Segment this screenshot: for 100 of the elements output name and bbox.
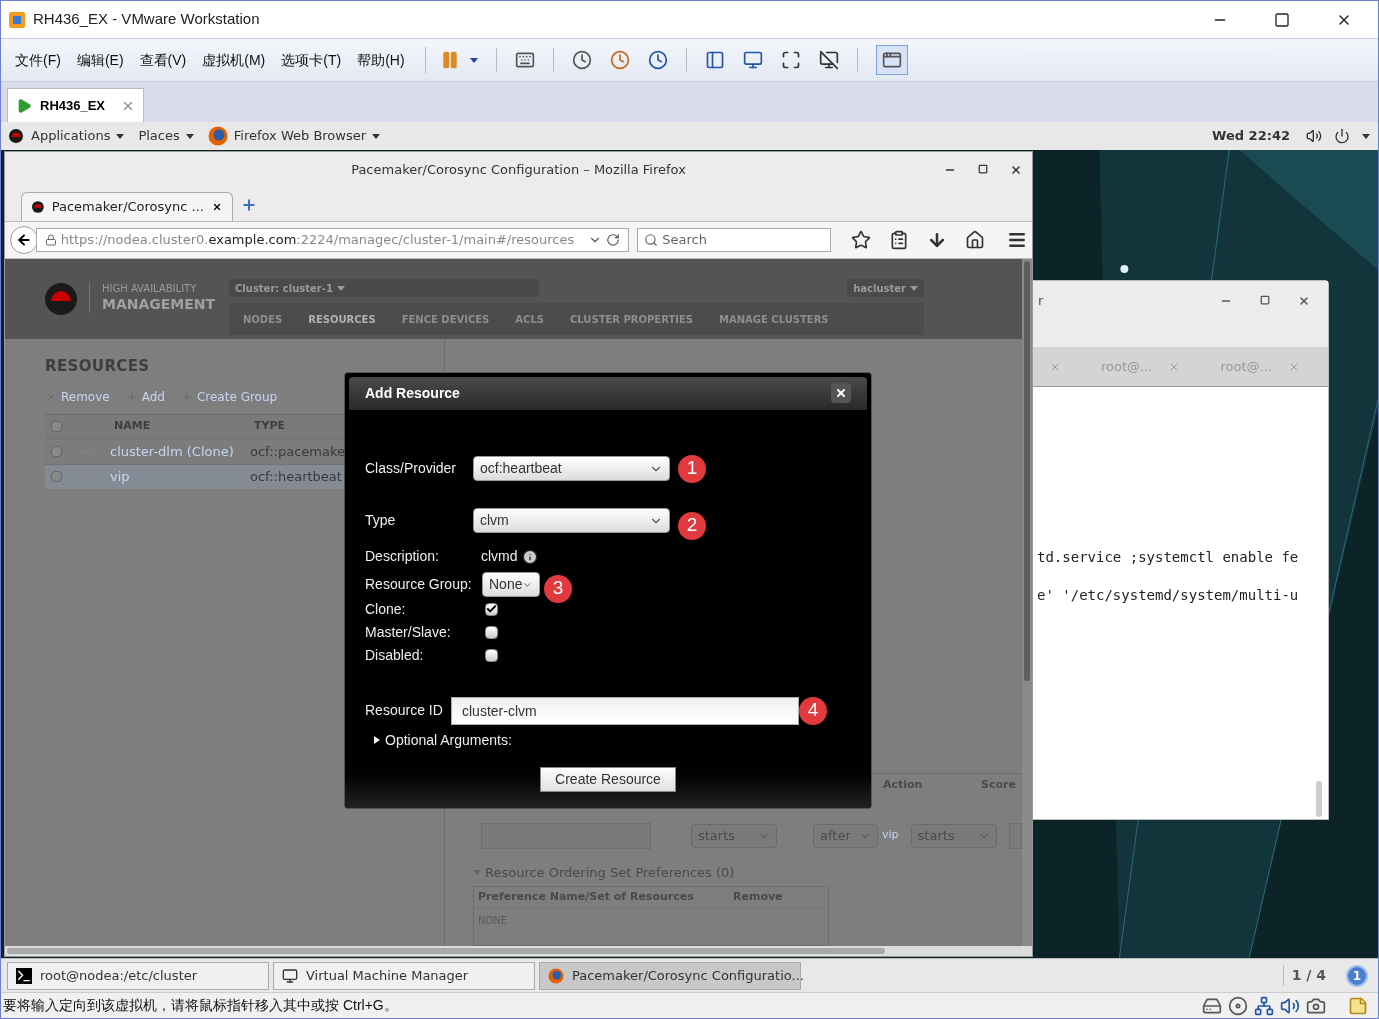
resource-id-field[interactable]: cluster-clvm — [451, 696, 799, 725]
vm-running-icon — [16, 97, 32, 114]
caret-icon — [116, 133, 125, 139]
disc-icon[interactable] — [1228, 995, 1248, 1016]
menu-item[interactable]: 文件(F) — [9, 49, 67, 71]
lock-icon — [44, 234, 57, 246]
horizontal-scrollbar[interactable] — [5, 946, 1032, 956]
panel-menu[interactable]: Places — [138, 126, 194, 146]
row-checkbox[interactable] — [51, 471, 62, 482]
dropdown-select[interactable]: None — [482, 572, 540, 598]
close-tab-icon[interactable] — [211, 201, 222, 213]
window-icon — [881, 50, 902, 70]
text-field[interactable] — [1008, 822, 1022, 849]
new-tab-icon[interactable] — [241, 197, 257, 213]
search-field[interactable]: Search — [637, 228, 831, 252]
checkbox[interactable] — [485, 648, 498, 662]
step-number-badge: 3 — [544, 574, 572, 603]
caret-icon — [336, 285, 345, 291]
dropdown-select[interactable]: ocf:heartbeat — [473, 456, 670, 482]
checkbox[interactable] — [485, 602, 498, 616]
search-icon — [644, 233, 659, 247]
column-header: NAME — [114, 418, 152, 435]
reload-icon[interactable] — [606, 233, 621, 247]
step-number-badge: 4 — [799, 696, 827, 725]
vertical-scrollbar[interactable] — [1022, 259, 1032, 946]
fullscreen-icon[interactable] — [780, 50, 801, 70]
cluster-menu[interactable]: Cluster: cluster-1 — [229, 279, 539, 297]
terminal-line: td.service ;systemctl enable fe — [1037, 548, 1299, 567]
hat-logo-icon — [9, 129, 23, 143]
vm-tab[interactable]: RH436_EX — [7, 88, 145, 122]
firefox-logo-icon — [207, 126, 228, 146]
clock-icon[interactable] — [571, 50, 592, 70]
monitor-icon[interactable] — [742, 50, 763, 70]
clock-icon[interactable] — [647, 50, 668, 70]
panel-left-icon[interactable] — [704, 50, 725, 70]
caret-icon — [910, 285, 918, 291]
clipboard-icon[interactable] — [889, 230, 909, 250]
scrollbar-thumb[interactable] — [1316, 781, 1322, 817]
app-logo-icon — [9, 11, 25, 28]
maximize-icon[interactable] — [978, 164, 988, 174]
brand-title: MANAGEMENT — [102, 295, 216, 313]
select-all-checkbox[interactable] — [51, 421, 62, 432]
menu-item[interactable]: 查看(V) — [133, 49, 193, 71]
network-icon[interactable] — [1254, 995, 1274, 1016]
row-checkbox[interactable] — [51, 446, 62, 457]
taskbar-item[interactable]: Pacemaker/Corosync Configuratio... — [539, 961, 801, 990]
keyboard-icon[interactable] — [514, 50, 535, 70]
workspace-indicator[interactable]: 1 / 4 — [1282, 965, 1334, 986]
panel-menu[interactable]: Firefox Web Browser — [207, 126, 381, 146]
browser-tab[interactable]: Pacemaker/Corosync ... — [21, 192, 233, 221]
bookmark-star-icon[interactable] — [851, 230, 871, 250]
panel-menu[interactable]: Applications — [31, 126, 125, 146]
volume-icon[interactable] — [1306, 128, 1322, 144]
menu-item[interactable]: 虚拟机(M) — [196, 49, 272, 71]
url-bar[interactable]: https://nodea.cluster0.example.com:2224/managec/cluster-1/main#/resources — [35, 228, 630, 252]
speaker-icon[interactable] — [1280, 995, 1300, 1016]
hat-logo-icon — [45, 283, 77, 315]
clock[interactable]: Wed 22:42 — [1212, 126, 1290, 146]
caret-icon — [185, 133, 194, 139]
checkbox[interactable] — [485, 625, 498, 639]
menu-item[interactable]: 帮助(H) — [351, 49, 411, 71]
create-resource-button[interactable]: Create Resource — [540, 766, 676, 792]
sticky-note-icon[interactable] — [1348, 995, 1368, 1016]
resource-type: ocf::heartbeat — [250, 467, 342, 486]
clock-icon[interactable] — [609, 50, 630, 70]
maximize-icon[interactable] — [1274, 11, 1290, 28]
home-icon[interactable] — [965, 230, 985, 250]
close-icon[interactable] — [1298, 295, 1310, 307]
terminal-line: e' '/etc/systemd/system/multi-u — [1037, 586, 1299, 605]
menu-item[interactable]: 编辑(E) — [70, 49, 130, 71]
download-icon[interactable] — [927, 230, 947, 250]
back-button[interactable] — [10, 226, 38, 254]
maximize-icon[interactable] — [1260, 295, 1270, 305]
column-header: TYPE — [254, 418, 286, 435]
notification-badge[interactable]: 1 — [1346, 964, 1368, 987]
step-number-badge: 2 — [678, 511, 706, 540]
taskbar-item[interactable]: root@nodea:/etc/cluster — [7, 961, 269, 990]
window-title: Pacemaker/Corosync Configuration – Mozilla Firefox — [351, 161, 686, 180]
close-button[interactable] — [831, 383, 851, 404]
favicon-icon — [32, 200, 44, 214]
menu-item[interactable]: 选项卡(T) — [275, 49, 348, 71]
taskbar-item[interactable]: Virtual Machine Manager — [273, 961, 535, 990]
field-label: Disabled: — [365, 645, 425, 665]
optional-arguments-toggle[interactable]: Optional Arguments: — [373, 729, 851, 751]
menu-icon[interactable] — [1007, 230, 1027, 250]
section-heading: RESOURCES — [45, 356, 151, 377]
dropdown-select[interactable]: clvm — [473, 508, 670, 534]
close-icon[interactable] — [1010, 164, 1022, 176]
resource-type: ocf::pacemake — [250, 442, 346, 461]
monitor-off-icon[interactable] — [818, 50, 839, 70]
console-view-button[interactable] — [875, 45, 908, 75]
field-label: Resource ID — [365, 701, 444, 721]
caret-icon — [372, 133, 381, 139]
nav-tab[interactable]: RESOURCES — [308, 311, 376, 327]
power-icon[interactable] — [1334, 128, 1350, 144]
field-label: Description: — [365, 547, 440, 567]
field-label: Clone: — [365, 599, 407, 619]
user-menu[interactable]: hacluster — [847, 279, 924, 297]
close-icon — [835, 387, 847, 400]
monitor-icon — [282, 967, 298, 984]
